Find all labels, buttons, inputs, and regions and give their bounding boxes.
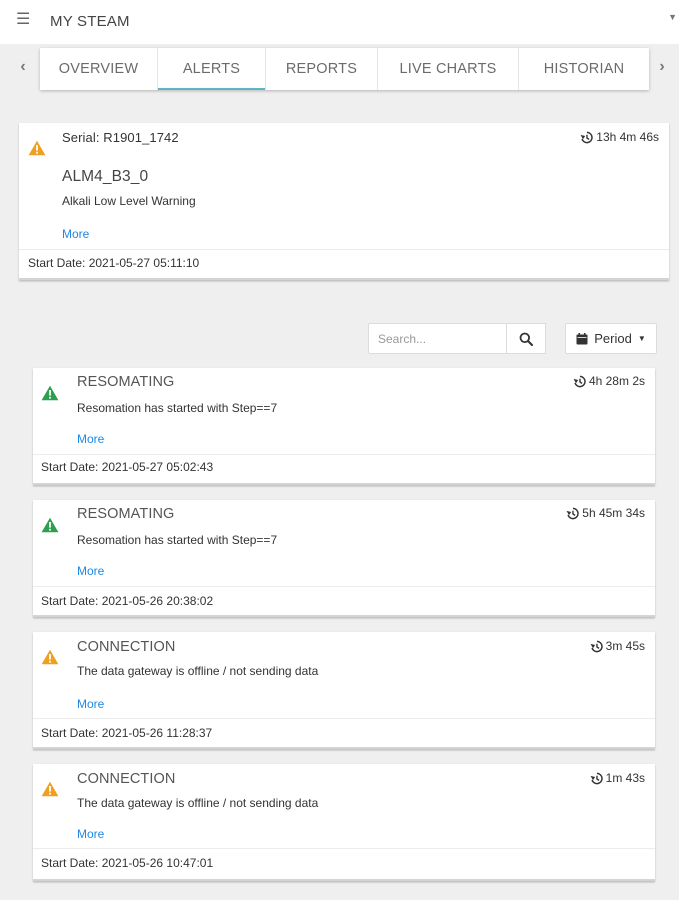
tab-alerts[interactable]: ALERTS [158, 48, 266, 90]
period-dropdown[interactable]: Period ▼ [565, 323, 657, 354]
warning-icon [41, 517, 59, 538]
history-icon [573, 375, 586, 387]
tab-bar: ‹ OVERVIEW ALERTS REPORTS LIVE CHARTS HI… [0, 44, 679, 94]
more-link[interactable]: More [77, 827, 104, 841]
divider [19, 249, 669, 250]
alert-description: The data gateway is offline / not sendin… [77, 796, 319, 810]
alarm-code: ALM4_B3_0 [62, 168, 149, 185]
more-link[interactable]: More [77, 697, 104, 711]
alert-title: CONNECTION [77, 771, 176, 787]
start-date: Start Date: 2021-05-26 10:47:01 [41, 856, 214, 870]
caret-down-icon: ▼ [637, 334, 646, 343]
divider [33, 718, 655, 719]
app-title: MY STEAM [50, 13, 130, 30]
history-icon [590, 772, 603, 784]
alert-title: RESOMATING [77, 506, 175, 522]
scroll-tabs-right-icon[interactable]: › [652, 58, 672, 76]
period-label: Period [594, 331, 632, 346]
search-button[interactable] [507, 323, 546, 354]
tab-live-charts[interactable]: LIVE CHARTS [378, 48, 519, 90]
alert-description: Resomation has started with Step==7 [77, 401, 278, 415]
duration: 3m 45s [590, 639, 645, 653]
alert-card[interactable]: RESOMATING 4h 28m 2s Resomation has star… [33, 368, 655, 485]
tab-historian[interactable]: HISTORIAN [519, 48, 649, 90]
divider [33, 848, 655, 849]
hamburger-menu-icon[interactable]: ☰ [16, 10, 30, 30]
duration: 5h 45m 34s [566, 506, 645, 520]
alert-title: CONNECTION [77, 639, 176, 655]
alert-card[interactable]: CONNECTION 3m 45s The data gateway is of… [33, 632, 655, 749]
search-input[interactable] [369, 324, 506, 353]
duration-text: 13h 4m 46s [596, 130, 659, 144]
start-date: Start Date: 2021-05-27 05:02:43 [41, 460, 214, 474]
tab-reports[interactable]: REPORTS [266, 48, 378, 90]
history-icon [590, 640, 603, 652]
search-icon [519, 332, 533, 346]
more-link[interactable]: More [77, 564, 104, 578]
alert-description: Resomation has started with Step==7 [77, 533, 278, 547]
warning-icon [41, 649, 59, 670]
calendar-icon [576, 332, 588, 344]
alert-description: The data gateway is offline / not sendin… [77, 664, 319, 678]
warning-icon [41, 385, 59, 406]
duration: 1m 43s [590, 771, 645, 785]
featured-alert-card[interactable]: Serial: R1901_1742 13h 4m 46s ALM4_B3_0 … [19, 123, 669, 280]
search-field[interactable] [368, 323, 507, 354]
duration-text: 3m 45s [605, 639, 645, 653]
warning-icon [28, 140, 46, 161]
duration-text: 1m 43s [605, 771, 645, 785]
start-date: Start Date: 2021-05-26 11:28:37 [41, 726, 213, 740]
top-bar: ☰ MY STEAM ▼ [0, 0, 679, 44]
chevron-down-icon[interactable]: ▼ [668, 12, 677, 22]
serial-number: Serial: R1901_1742 [62, 130, 179, 145]
warning-icon [41, 781, 59, 802]
alert-card[interactable]: CONNECTION 1m 43s The data gateway is of… [33, 764, 655, 881]
divider [33, 454, 655, 455]
history-icon [580, 131, 594, 143]
more-link[interactable]: More [77, 432, 104, 446]
more-link[interactable]: More [62, 227, 89, 241]
history-icon [566, 507, 580, 519]
duration: 13h 4m 46s [580, 130, 659, 144]
scroll-tabs-left-icon[interactable]: ‹ [13, 58, 33, 76]
start-date: Start Date: 2021-05-26 20:38:02 [41, 594, 214, 608]
duration-text: 5h 45m 34s [582, 506, 645, 520]
alert-title: RESOMATING [77, 374, 175, 390]
tab-overview[interactable]: OVERVIEW [40, 48, 158, 90]
alarm-description: Alkali Low Level Warning [62, 194, 196, 208]
duration: 4h 28m 2s [573, 374, 645, 388]
duration-text: 4h 28m 2s [588, 374, 645, 388]
alert-card[interactable]: RESOMATING 5h 45m 34s Resomation has sta… [33, 500, 655, 617]
divider [33, 586, 655, 587]
start-date: Start Date: 2021-05-27 05:11:10 [28, 256, 200, 270]
